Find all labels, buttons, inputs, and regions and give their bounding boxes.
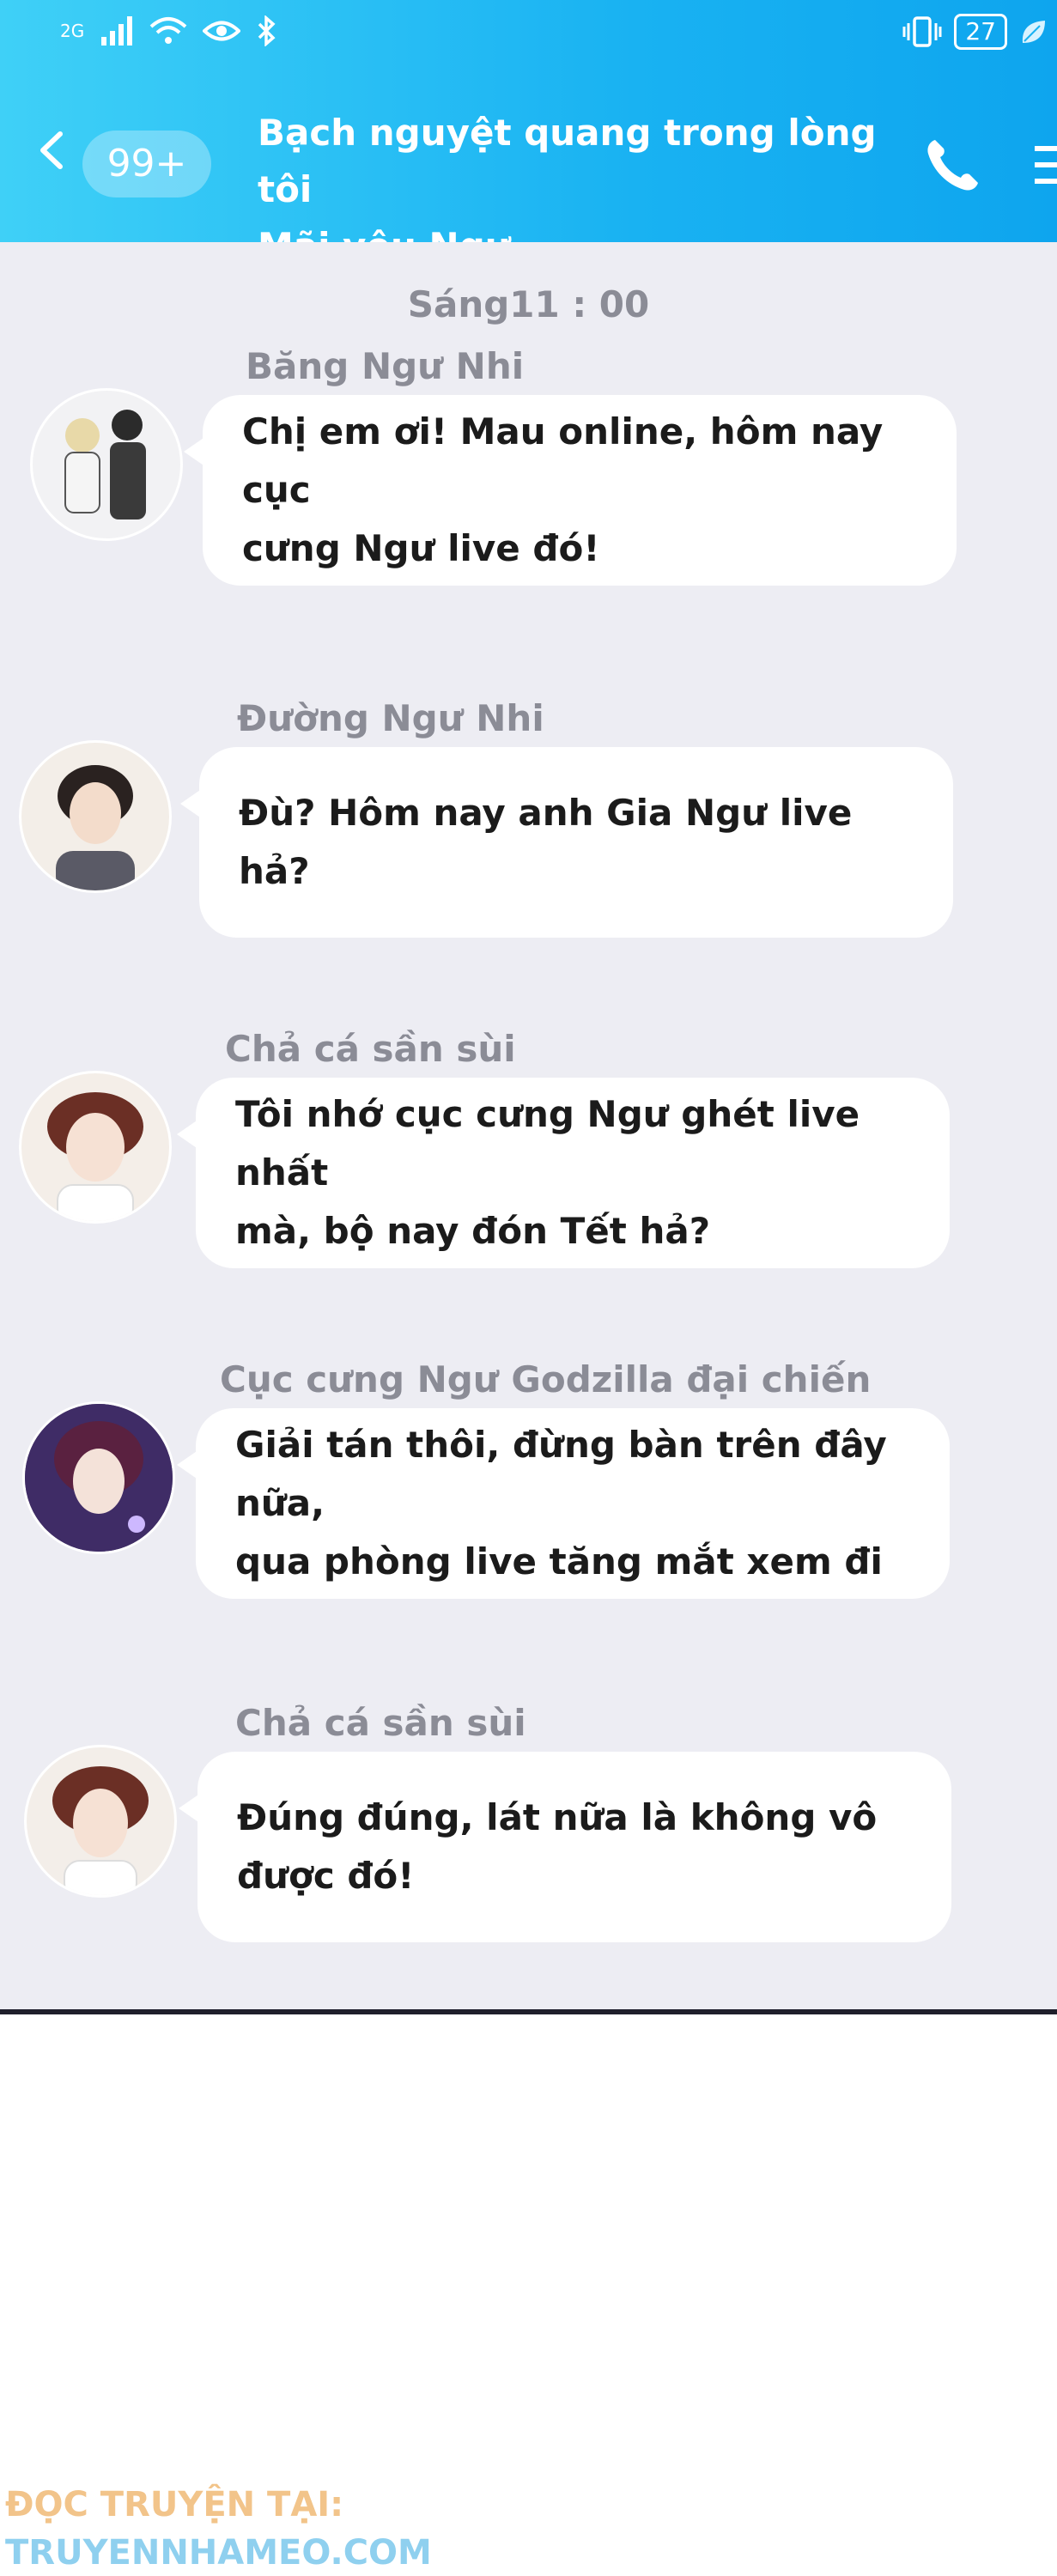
menu-icon[interactable] [1035,139,1057,191]
avatar[interactable] [19,740,172,893]
chat-message: Chả cá sần sùi Đúng đúng, lát nữa là khô… [0,1702,1057,1977]
phone-icon[interactable] [923,135,983,195]
message-bubble[interactable]: Đúng đúng, lát nữa là không vô được đó! [179,1752,951,1942]
watermark-line1: ĐỌC TRUYỆN TẠI: [5,2485,344,2524]
timestamp: Sáng11 : 00 [407,283,650,325]
message-text: Đúng đúng, lát nữa là không vô được đó! [237,1789,877,1905]
message-line: cưng Ngư live đó! [242,527,600,569]
message-line: được đó! [237,1855,415,1897]
message-line: Tôi nhớ cục cưng Ngư ghét live nhất [235,1093,860,1194]
message-text: Chị em ơi! Mau online, hôm nay cục cưng … [242,403,917,578]
message-line: mà, bộ nay đón Tết hả? [235,1210,711,1252]
message-line: Chị em ơi! Mau online, hôm nay cục [242,410,884,511]
avatar-image [56,765,135,890]
message-line: Đúng đúng, lát nữa là không vô [237,1796,878,1838]
chat-title-line1: Bạch nguyệt quang trong lòng tôi [258,112,877,210]
status-right: 27 [902,14,1048,50]
sender-name: Chả cá sần sùi [235,1702,526,1744]
avatar-image [47,1092,143,1221]
status-left: 2G [60,15,278,46]
eye-icon [203,21,241,41]
message-text: Giải tán thôi, đừng bàn trên đây nữa, qu… [235,1416,910,1591]
chat-message: Cục cưng Ngư Godzilla đại chiến Giải tán… [0,1358,1057,1633]
chat-area: Sáng11 : 00 Băng Ngư Nhi Chị em ơi! Mau … [0,242,1057,2009]
message-line: qua phòng live tăng mắt xem đi [235,1540,883,1583]
message-bubble[interactable]: Giải tán thôi, đừng bàn trên đây nữa, qu… [177,1408,950,1599]
chat-message: Chả cá sần sùi Tôi nhớ cục cưng Ngư ghét… [0,1028,1057,1303]
avatar-image [25,1404,173,1552]
sender-name: Đường Ngư Nhi [237,697,544,739]
chat-message: Đường Ngư Nhi Đù? Hôm nay anh Gia Ngư li… [0,697,1057,972]
chat-header: 99+ Bạch nguyệt quang trong lòng tôi Mãi… [0,70,1057,267]
message-bubble[interactable]: Đù? Hôm nay anh Gia Ngư live hả? [180,747,953,938]
bluetooth-icon [258,15,276,46]
watermark-line2: TRUYENNHAMEO.COM [5,2533,432,2573]
avatar-image [64,410,146,519]
status-bar: 2G 27 [0,0,1057,70]
sender-name: Chả cá sần sùi [225,1028,516,1070]
sender-name: Cục cưng Ngư Godzilla đại chiến [220,1358,872,1400]
message-text: Đù? Hôm nay anh Gia Ngư live hả? [239,784,914,901]
avatar[interactable] [19,1071,172,1224]
message-text: Tôi nhớ cục cưng Ngư ghét live nhất mà, … [235,1085,910,1261]
avatar[interactable] [24,1745,177,1898]
avatar[interactable] [22,1401,175,1554]
network-type: 2G [60,21,85,41]
avatar[interactable] [30,388,183,541]
unread-badge[interactable]: 99+ [82,131,211,197]
message-bubble[interactable]: Tôi nhớ cục cưng Ngư ghét live nhất mà, … [177,1078,950,1268]
sender-name: Băng Ngư Nhi [246,345,525,387]
vibrate-icon [902,16,942,47]
divider [0,2009,1057,2014]
leaf-icon [1022,21,1045,43]
signal-icon [101,16,133,46]
message-bubble[interactable]: Chị em ơi! Mau online, hôm nay cục cưng … [184,395,957,586]
message-line: Giải tán thôi, đừng bàn trên đây nữa, [235,1424,887,1524]
message-line: Đù? Hôm nay anh Gia Ngư live hả? [239,792,853,892]
wifi-icon [149,17,187,44]
avatar-image [52,1766,149,1895]
chat-message: Băng Ngư Nhi Chị em ơi! Mau online, hôm … [0,345,1057,620]
back-chevron-icon[interactable] [33,131,72,170]
battery-icon: 27 [954,14,1007,50]
